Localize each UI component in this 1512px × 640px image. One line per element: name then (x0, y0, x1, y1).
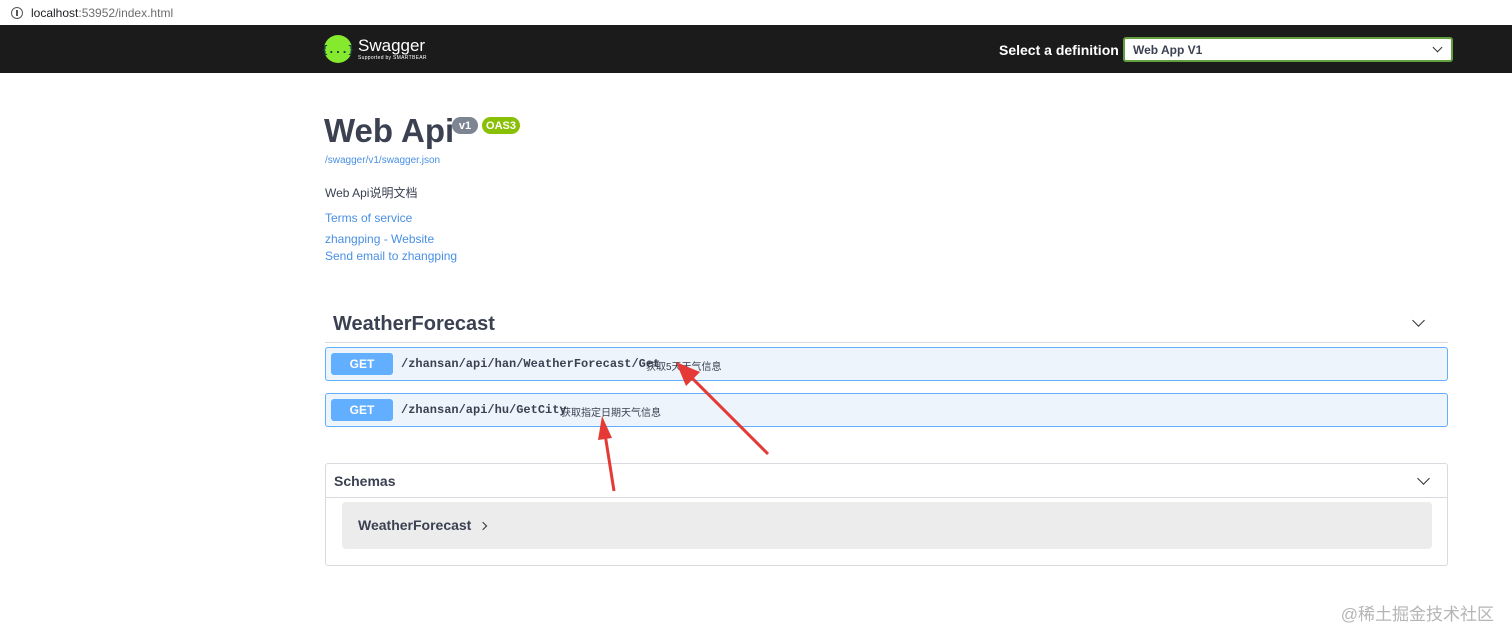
select-definition-label: Select a definition (999, 42, 1119, 58)
info-icon[interactable] (11, 6, 23, 19)
url-host: localhost (31, 5, 79, 20)
swagger-logo[interactable]: {...} Swagger Supported by SMARTBEAR (321, 33, 427, 65)
website-link[interactable]: zhangping - Website (325, 232, 434, 246)
schemas-section: Schemas WeatherForecast (325, 463, 1448, 566)
model-weatherforecast[interactable]: WeatherForecast (342, 502, 1432, 549)
url-path: :53952/index.html (78, 5, 174, 20)
swagger-logo-icon: {...} (321, 35, 355, 63)
opblock-get-city[interactable]: GET /zhansan/api/hu/GetCity 获取指定日期天气信息 (325, 393, 1448, 427)
operation-path: /zhansan/api/hu/GetCity (401, 403, 567, 417)
spec-url-link[interactable]: /swagger/v1/swagger.json (325, 155, 440, 166)
operation-summary: 获取指定日期天气信息 (561, 408, 661, 419)
logo-name: Swagger (358, 35, 426, 55)
chevron-down-icon (1432, 42, 1443, 53)
model-name: WeatherForecast (358, 517, 472, 533)
swagger-topbar: {...} Swagger Supported by SMARTBEAR Sel… (0, 25, 1512, 73)
definition-select-value: Web App V1 (1133, 42, 1203, 57)
logo-subtitle: Supported by SMARTBEAR (358, 54, 427, 61)
operation-summary: 获取5天天气信息 (646, 362, 722, 373)
definition-select[interactable]: Web App V1 (1123, 37, 1453, 62)
api-description: Web Api说明文档 (325, 186, 418, 200)
tag-name: WeatherForecast (333, 313, 495, 335)
schemas-chevron-icon[interactable] (1417, 472, 1430, 485)
address-url[interactable]: localhost:53952/index.html (31, 6, 173, 20)
operation-path: /zhansan/api/han/WeatherForecast/Get (401, 357, 661, 371)
version-badge: v1 (452, 117, 478, 134)
browser-address-bar[interactable]: localhost:53952/index.html (0, 0, 1512, 26)
collapse-chevron-icon[interactable] (1412, 314, 1425, 327)
schemas-header[interactable]: Schemas (326, 464, 1447, 498)
oas-badge: OAS3 (482, 117, 520, 134)
method-badge: GET (331, 399, 393, 421)
chevron-right-icon (478, 521, 488, 531)
watermark: @稀土掘金技术社区 (1340, 605, 1494, 624)
email-link[interactable]: Send email to zhangping (325, 249, 457, 263)
method-badge: GET (331, 353, 393, 375)
opblock-get-weatherforecast[interactable]: GET /zhansan/api/han/WeatherForecast/Get… (325, 347, 1448, 381)
tag-header-weatherforecast[interactable]: WeatherForecast (325, 305, 1448, 343)
page-title: Web Api (324, 112, 455, 149)
schemas-title: Schemas (334, 473, 396, 489)
terms-of-service-link[interactable]: Terms of service (325, 211, 412, 225)
